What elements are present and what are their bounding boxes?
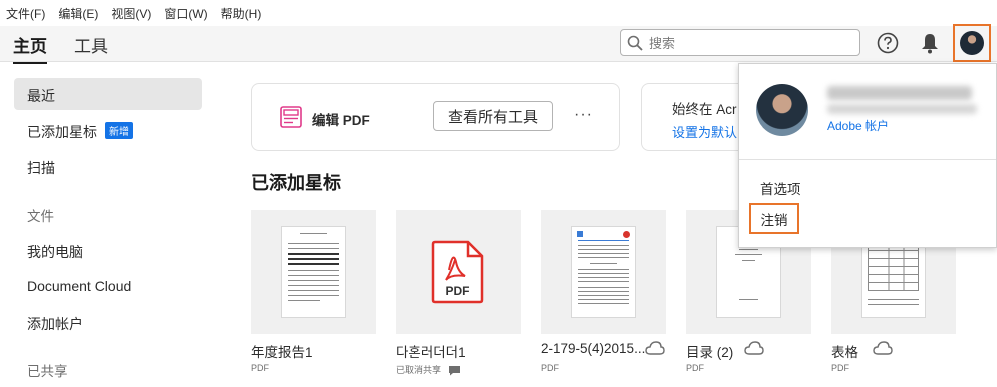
file-name: 表格 [831,345,858,360]
divider [739,159,996,160]
view-all-tools-button[interactable]: 查看所有工具 [433,101,553,131]
cloud-icon [873,341,893,355]
sidebar-item-my-computer[interactable]: 我的电脑 [27,242,83,262]
file-name: 2-179-5(4)2015... [541,341,646,356]
search-icon [627,35,643,51]
menu-view[interactable]: 视图(V) [111,5,151,22]
file-type: PDF [251,363,269,373]
sidebar-item-document-cloud[interactable]: Document Cloud [27,278,131,294]
sidebar-item-starred[interactable]: 已添加星标 新增 [27,122,133,142]
menu-window[interactable]: 窗口(W) [164,5,207,22]
always-open-text: 始终在 Acr [672,102,737,117]
avatar [960,31,984,55]
sidebar: 最近 已添加星标 新增 扫描 文件 我的电脑 Document Cloud 添加帐… [0,63,215,387]
top-bar: 主页 工具 搜索 [0,24,997,64]
cloud-icon [645,341,665,355]
sidebar-item-recent[interactable]: 最近 [27,86,55,106]
sidebar-item-add-account[interactable]: 添加帐户 [27,314,83,334]
help-icon[interactable] [876,31,900,55]
svg-text:PDF: PDF [446,284,470,298]
file-thumbnail [251,210,376,334]
document-page-thumbnail [281,226,346,318]
edit-pdf-icon [280,106,302,128]
search-input[interactable]: 搜索 [620,29,860,56]
menu-bar: 文件(F) 编辑(E) 视图(V) 窗口(W) 帮助(H) [0,0,997,26]
file-card[interactable]: PDF 다혼러더더1 已取消共享 [396,210,521,376]
document-page-thumbnail [571,226,636,318]
file-type: PDF [831,363,849,373]
avatar [756,84,808,136]
menu-file[interactable]: 文件(F) [6,5,45,22]
section-title-starred: 已添加星标 [251,173,341,193]
file-card[interactable]: 年度报告1 PDF [251,210,376,373]
file-status: 已取消共享 [396,365,442,375]
comment-icon [448,366,460,376]
file-name: 年度报告1 [251,345,313,360]
file-type: PDF [686,363,704,373]
account-dropdown: Adobe 帐户 首选项 注销 [738,63,997,248]
tab-tools[interactable]: 工具 [74,32,108,57]
more-icon[interactable]: ··· [574,106,593,124]
preferences-menu-item[interactable]: 首选项 [760,178,801,198]
file-name: 다혼러더더1 [396,345,466,360]
file-card[interactable]: 2-179-5(4)2015... PDF [541,210,666,373]
edit-pdf-card[interactable]: 编辑 PDF 查看所有工具 ··· [251,83,620,151]
sidebar-header-files: 文件 [27,209,54,224]
pdf-file-icon: PDF [431,240,484,304]
file-name: 目录 (2) [686,345,734,360]
search-placeholder: 搜索 [649,36,676,51]
edit-pdf-label: 编辑 PDF [312,113,370,128]
adobe-account-link[interactable]: Adobe 帐户 [827,117,889,134]
set-default-link[interactable]: 设置为默认 [672,122,737,141]
file-thumbnail: PDF [396,210,521,334]
sidebar-header-shared: 已共享 [27,364,68,379]
file-type: 已取消共享 [396,363,461,376]
cloud-icon [744,341,764,355]
avatar-button[interactable] [953,24,991,62]
new-badge: 新增 [105,122,133,139]
redacted-username [827,86,972,100]
menu-help[interactable]: 帮助(H) [221,5,262,22]
tab-home[interactable]: 主页 [13,32,47,64]
redacted-email [827,104,977,114]
file-type: PDF [541,363,559,373]
sidebar-item-scan[interactable]: 扫描 [27,158,55,178]
file-thumbnail [541,210,666,334]
menu-edit[interactable]: 编辑(E) [58,5,98,22]
logout-menu-item[interactable]: 注销 [749,203,799,234]
sidebar-item-starred-label: 已添加星标 [27,124,97,140]
bell-icon[interactable] [918,31,942,55]
